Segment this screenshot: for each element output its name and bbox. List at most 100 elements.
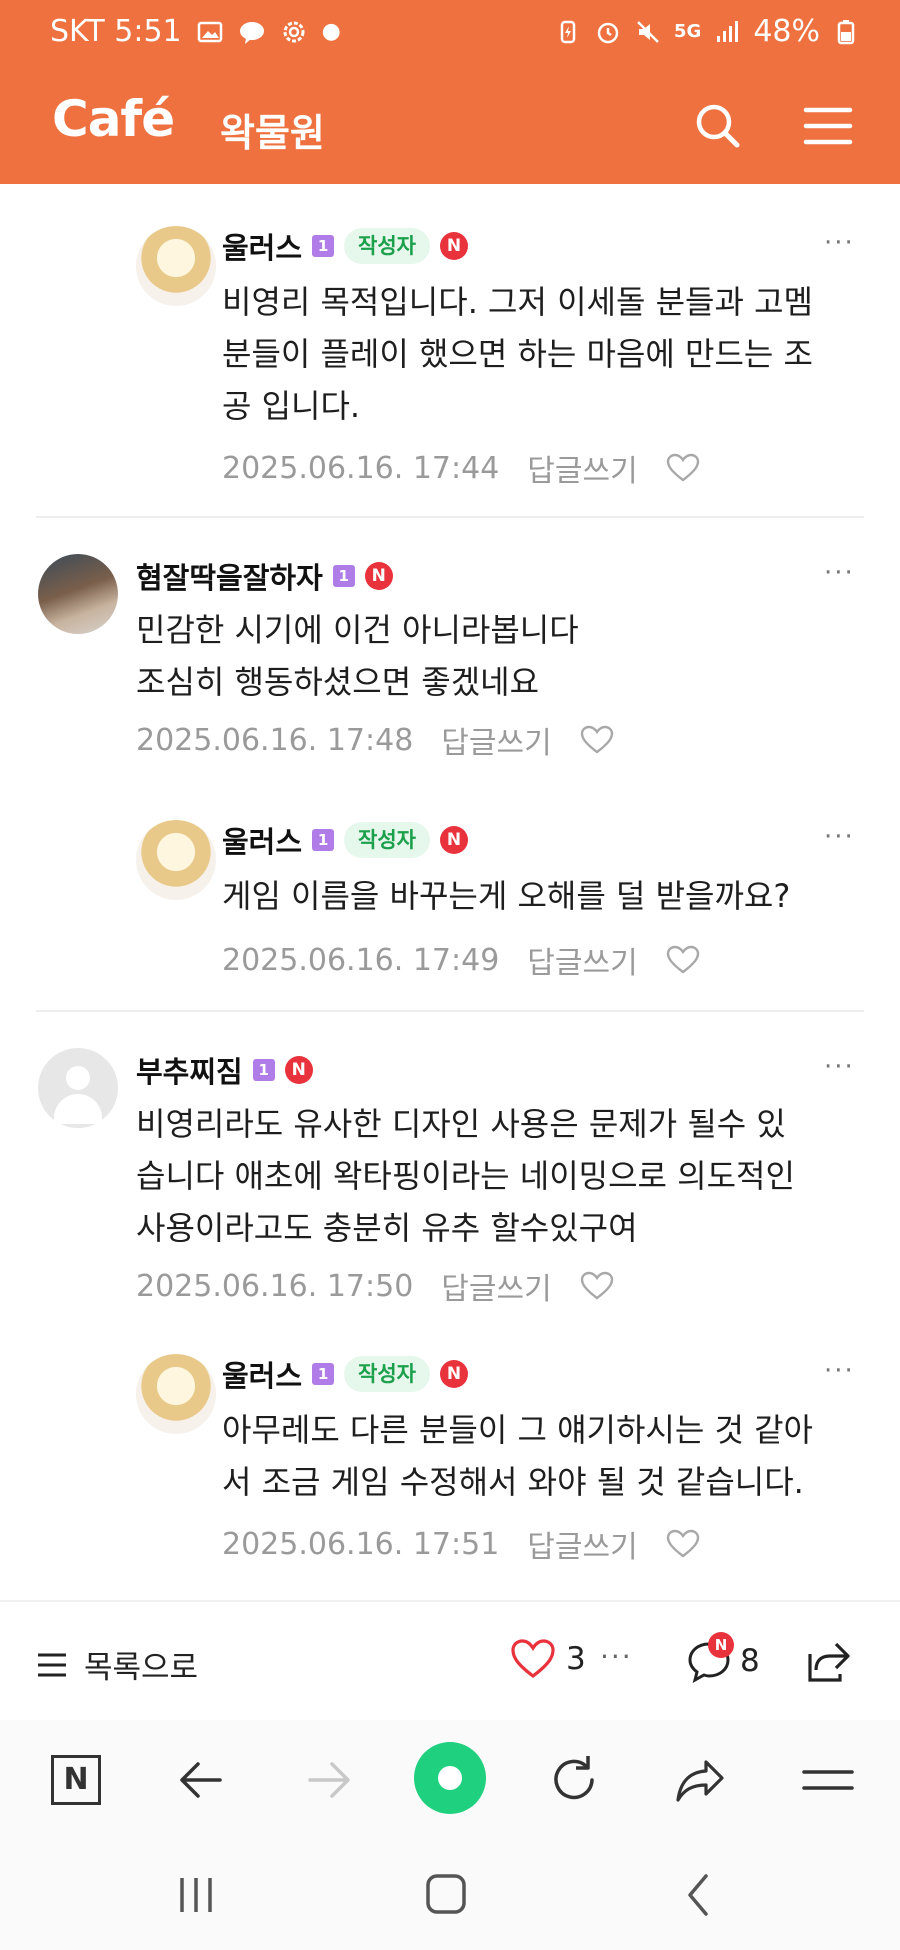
heart-icon[interactable] (580, 1271, 614, 1301)
comment-author[interactable]: 울러스 (222, 819, 302, 861)
reply-button[interactable]: 답글쓰기 (441, 1264, 551, 1308)
comment-item: 울러스 1 작성자 N ··· 게임 이름을 바꾸는게 오해를 덜 받을까요? … (0, 778, 900, 1008)
comment-item: 혐잘딱을잘하자 1 N ··· 민감한 시기에 이건 아니라봅니다 조심히 행동… (0, 518, 900, 778)
reply-button[interactable]: 답글쓰기 (527, 1522, 637, 1566)
heart-icon[interactable] (666, 1529, 700, 1559)
naver-home-button[interactable]: N (46, 1750, 106, 1810)
comment-author[interactable]: 울러스 (222, 1353, 302, 1395)
comment-author-row: 울러스 1 작성자 N (222, 1353, 469, 1395)
comment-date: 2025.06.16. 17:50 (136, 1268, 414, 1304)
kakaotalk-icon (239, 21, 264, 44)
comment-more-button[interactable]: ··· (824, 822, 855, 852)
like-button[interactable]: 3 (510, 1638, 586, 1680)
comment-author[interactable]: 울러스 (222, 225, 302, 267)
back-arrow-icon[interactable] (172, 1750, 232, 1810)
comment-meta: 2025.06.16. 17:44 답글쓰기 (222, 446, 700, 490)
new-comment-badge: N (708, 1632, 734, 1658)
comment-text: 비영리 목적입니다. 그저 이세돌 분들과 고멤 분들이 플레이 했으면 하는 … (222, 283, 813, 425)
comment-text: 비영리라도 유사한 디자인 사용은 문제가 될수 있 습니다 애초에 왁타핑이라… (136, 1105, 795, 1247)
comment-item: 울러스 1 작성자 N ··· 비영리 목적입니다. 그저 이세돌 분들과 고멤… (0, 184, 900, 514)
avatar[interactable] (136, 820, 216, 900)
comment-item: 부추찌짐 1 N ··· 비영리라도 유사한 디자인 사용은 문제가 될수 있 … (0, 1012, 900, 1312)
new-badge: N (440, 826, 469, 854)
default-avatar-body (54, 1094, 102, 1124)
forward-arrow-icon[interactable] (298, 1750, 358, 1810)
battery-icon (837, 19, 855, 44)
level-badge: 1 (312, 235, 335, 257)
back-icon[interactable] (670, 1870, 730, 1920)
cafe-name[interactable]: 왁물원 (220, 102, 325, 157)
menu-icon[interactable] (798, 1750, 858, 1810)
default-avatar-head (66, 1066, 90, 1090)
heart-icon (511, 1639, 555, 1679)
comment-text: 민감한 시기에 이건 아니라봅니다 조심히 행동하셨으면 좋겠네요 (136, 611, 579, 701)
avatar[interactable] (38, 1048, 118, 1128)
status-left: SKT 5:51 ● (50, 14, 341, 49)
comment-author-row: 울러스 1 작성자 N (222, 225, 469, 267)
comment-more-button[interactable]: ··· (824, 558, 855, 588)
new-badge: N (440, 232, 469, 260)
comment-text: 게임 이름을 바꾸는게 오해를 덜 받을까요? (222, 877, 791, 915)
mute-icon (637, 20, 659, 43)
level-badge: 1 (332, 565, 355, 587)
comment-date: 2025.06.16. 17:48 (136, 722, 414, 758)
alarm-icon (597, 22, 619, 43)
signal-icon (717, 20, 739, 42)
browser-toolbar: N (0, 1720, 900, 1840)
avatar[interactable] (38, 554, 118, 634)
recent-apps-icon[interactable] (166, 1870, 226, 1920)
writer-badge: 작성자 (344, 1356, 431, 1392)
network-type: 5G (674, 21, 702, 42)
comment-author-row: 울러스 1 작성자 N (222, 819, 469, 861)
comment-author-row: 혐잘딱을잘하자 1 N (136, 555, 393, 597)
carrier-time: SKT 5:51 (50, 14, 182, 49)
home-icon[interactable] (416, 1870, 476, 1920)
like-list-more-button[interactable]: ··· (600, 1640, 633, 1673)
comment-icon-wrap: N (686, 1632, 734, 1684)
comment-count-button[interactable]: N 8 (686, 1632, 760, 1684)
comment-more-button[interactable]: ··· (824, 1356, 855, 1386)
new-badge: N (364, 562, 393, 590)
avatar[interactable] (136, 226, 216, 306)
back-to-list-label: 목록으로 (84, 1650, 199, 1686)
settings-icon (283, 21, 305, 42)
battery-percent: 48% (753, 14, 820, 49)
reply-button[interactable]: 답글쓰기 (527, 446, 637, 490)
refresh-icon[interactable] (544, 1750, 604, 1810)
heart-icon[interactable] (666, 453, 700, 483)
search-icon[interactable] (690, 98, 746, 154)
avatar[interactable] (136, 1354, 216, 1434)
comment-meta: 2025.06.16. 17:51 답글쓰기 (222, 1522, 700, 1566)
reply-button[interactable]: 답글쓰기 (441, 718, 551, 762)
battery-saver-icon (560, 20, 576, 43)
comment-date: 2025.06.16. 17:49 (222, 942, 500, 978)
heart-icon[interactable] (666, 945, 700, 975)
comment-author[interactable]: 혐잘딱을잘하자 (136, 555, 323, 597)
like-count: 3 (566, 1641, 586, 1677)
writer-badge: 작성자 (344, 228, 431, 264)
comment-item: 울러스 1 작성자 N ··· 아무레도 다른 분들이 그 얘기하시는 것 같아… (0, 1312, 900, 1592)
hamburger-menu-icon[interactable] (800, 98, 856, 154)
naver-n-icon: N (51, 1755, 101, 1805)
comment-more-button[interactable]: ··· (824, 1052, 855, 1082)
green-dot-home-button[interactable] (414, 1742, 486, 1814)
status-right: 5G 48% (554, 14, 860, 49)
comment-text: 아무레도 다른 분들이 그 얘기하시는 것 같아 서 조금 게임 수정해서 와야… (222, 1411, 813, 1501)
writer-badge: 작성자 (344, 822, 431, 858)
level-badge: 1 (252, 1059, 275, 1081)
list-icon (38, 1653, 66, 1676)
new-badge: N (284, 1056, 313, 1084)
post-action-bar: 목록으로 3 ··· N 8 (0, 1600, 900, 1722)
share-icon[interactable] (806, 1640, 852, 1684)
share-arrow-icon[interactable] (670, 1750, 730, 1810)
comment-date: 2025.06.16. 17:51 (222, 1526, 500, 1562)
comment-date: 2025.06.16. 17:44 (222, 450, 500, 486)
heart-icon[interactable] (580, 725, 614, 755)
comment-more-button[interactable]: ··· (824, 228, 855, 258)
back-to-list-button[interactable]: 목록으로 (36, 1642, 198, 1687)
reply-button[interactable]: 답글쓰기 (527, 938, 637, 982)
comment-author[interactable]: 부추찌짐 (136, 1049, 243, 1091)
comment-meta: 2025.06.16. 17:49 답글쓰기 (222, 938, 700, 982)
gallery-icon (197, 21, 222, 42)
cafe-logo[interactable]: Café (52, 90, 175, 148)
